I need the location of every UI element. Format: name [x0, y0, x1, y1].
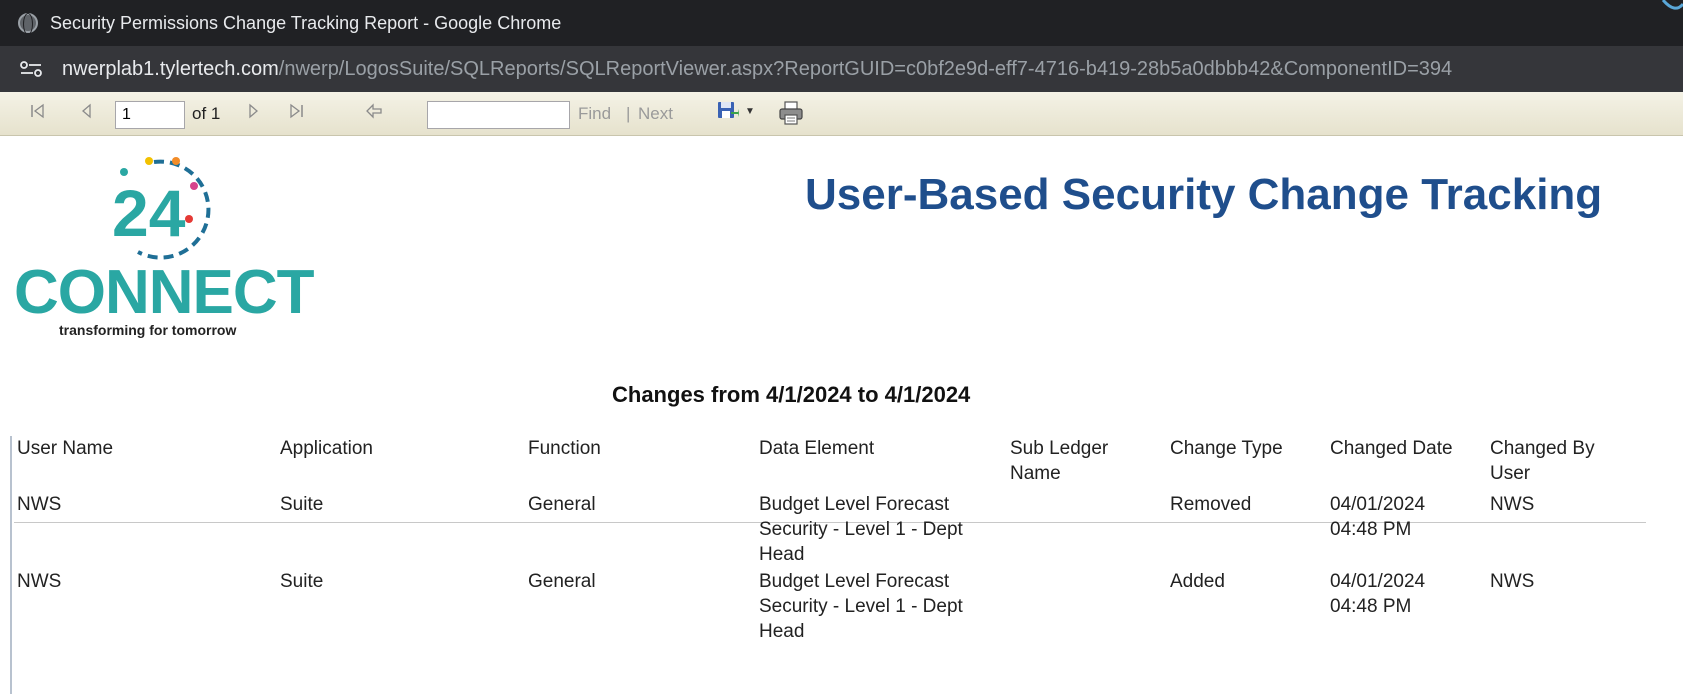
report-title: User-Based Security Change Tracking: [805, 170, 1603, 219]
globe-icon: [18, 13, 38, 35]
date-range-heading: Changes from 4/1/2024 to 4/1/2024: [612, 382, 971, 407]
col-header-sub-ledger-name: Sub Ledger Name: [1010, 438, 1109, 484]
24-connect-logo: 24 CONNECT transforming for tomorrow: [14, 156, 334, 338]
corner-decoration-icon: [1661, 0, 1683, 10]
table-cell-change-type: Added: [1170, 571, 1225, 592]
find-text-input[interactable]: [427, 101, 570, 129]
export-dropdown-icon[interactable]: ▼: [745, 106, 755, 117]
report-content: 24 CONNECT transforming for tomorrow Use…: [0, 136, 1683, 694]
table-cell-changed-by: NWS: [1490, 494, 1535, 515]
table-cell-user-name: NWS: [17, 494, 62, 515]
left-border-line: [10, 436, 12, 694]
back-to-parent-icon[interactable]: [365, 103, 383, 124]
col-header-change-type: Change Type: [1170, 438, 1283, 459]
table-cell-change-type: Removed: [1170, 494, 1252, 515]
table-cell-application: Suite: [280, 494, 324, 515]
address-bar[interactable]: nwerplab1.tylertech.com/nwerp/LogosSuite…: [0, 46, 1683, 92]
logo-number: 24: [112, 176, 186, 250]
col-header-data-element: Data Element: [759, 438, 875, 459]
page-number-input[interactable]: [115, 101, 185, 129]
col-header-function: Function: [528, 438, 601, 459]
table-cell-function: General: [528, 571, 596, 592]
table-cell-function: General: [528, 494, 596, 515]
table-cell-data-element: Budget Level Forecast Security - Level 1…: [759, 494, 963, 565]
url-host: nwerplab1.tylertech.com: [62, 57, 279, 80]
find-next-link[interactable]: Next: [638, 104, 673, 124]
page-count-label: of 1: [192, 104, 221, 123]
col-header-changed-date: Changed Date: [1330, 438, 1453, 459]
previous-page-icon[interactable]: [80, 103, 92, 124]
table-cell-changed-by: NWS: [1490, 571, 1535, 592]
url-text[interactable]: nwerplab1.tylertech.com/nwerp/LogosSuite…: [62, 58, 1452, 81]
report-viewer-toolbar: of 1 Find | Next ▼: [0, 92, 1683, 136]
logo-tagline: transforming for tomorrow: [59, 322, 237, 338]
find-link[interactable]: Find: [578, 104, 611, 124]
url-path: /nwerp/LogosSuite/SQLReports/SQLReportVi…: [278, 57, 1453, 80]
col-header-application: Application: [280, 438, 373, 459]
table-cell-data-element: Budget Level Forecast Security - Level 1…: [759, 571, 963, 642]
next-page-icon[interactable]: [248, 103, 260, 124]
col-header-changed-by-user: Changed By User: [1490, 438, 1595, 484]
table-cell-application: Suite: [280, 571, 324, 592]
window-titlebar: Security Permissions Change Tracking Rep…: [0, 0, 1683, 46]
table-cell-changed-date: 04/01/2024 04:48 PM: [1330, 571, 1426, 617]
col-header-user-name: User Name: [17, 438, 114, 459]
find-separator: |: [626, 104, 631, 123]
logo-mark: 24: [112, 157, 211, 260]
first-page-icon[interactable]: [30, 103, 46, 124]
window-title: Security Permissions Change Tracking Rep…: [50, 12, 562, 33]
site-info-icon[interactable]: [18, 59, 44, 79]
last-page-icon[interactable]: [288, 103, 304, 124]
table-cell-user-name: NWS: [17, 571, 62, 592]
logo-word: CONNECT: [14, 258, 315, 327]
print-icon[interactable]: [778, 101, 804, 125]
table-cell-changed-date: 04/01/2024 04:48 PM: [1330, 494, 1426, 540]
export-save-icon[interactable]: [717, 100, 739, 122]
